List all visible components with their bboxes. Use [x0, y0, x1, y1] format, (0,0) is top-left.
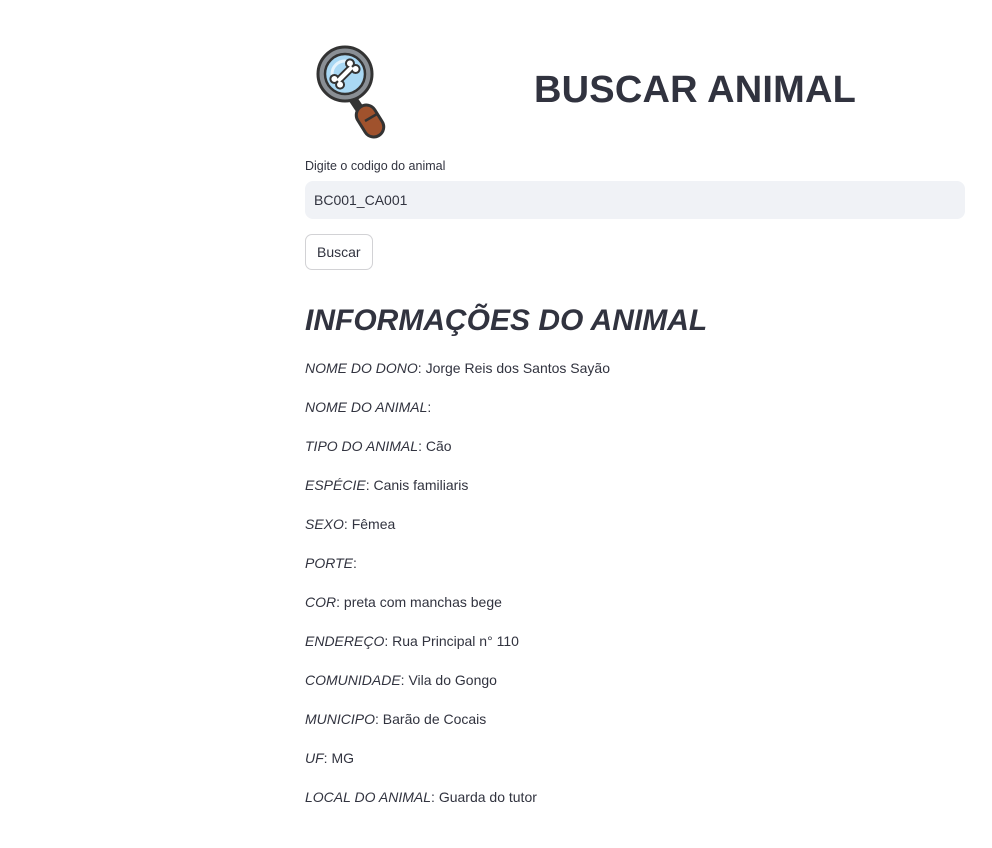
info-key: UF [305, 750, 324, 766]
info-value: preta com manchas bege [343, 594, 502, 610]
info-key: COR [305, 594, 337, 610]
info-key: NOME DO DONO [305, 360, 418, 376]
info-row-municipality: MUNICIPO: Barão de Cocais [305, 711, 487, 727]
info-key: COMUNIDADE [305, 672, 401, 688]
info-key: NOME DO ANIMAL [305, 399, 428, 415]
info-row-state: UF: MG [305, 750, 355, 766]
info-key: ENDEREÇO [305, 633, 385, 649]
info-value: MG [331, 750, 355, 766]
info-row-size: PORTE: [305, 555, 357, 571]
animal-info-title: INFORMAÇÕES DO ANIMAL [305, 304, 708, 337]
info-row-animal-location: LOCAL DO ANIMAL: Guarda do tutor [305, 789, 537, 805]
info-value: Fêmea [351, 516, 396, 532]
info-value: Barão de Cocais [382, 711, 487, 727]
search-button[interactable]: Buscar [305, 234, 373, 270]
info-row-owner-name: NOME DO DONO: Jorge Reis dos Santos Sayã… [305, 360, 611, 376]
info-value: Canis familiaris [373, 477, 469, 493]
info-row-community: COMUNIDADE: Vila do Gongo [305, 672, 497, 688]
info-row-sex: SEXO: Fêmea [305, 516, 396, 532]
info-value: Cão [425, 438, 452, 454]
info-key: PORTE [305, 555, 353, 571]
info-key: ESPÉCIE [305, 477, 366, 493]
info-row-species: ESPÉCIE: Canis familiaris [305, 477, 469, 493]
magnifying-glass-bone-icon [316, 45, 386, 139]
info-key: SEXO [305, 516, 344, 532]
page-header: BUSCAR ANIMAL [305, 0, 965, 150]
info-key: TIPO DO ANIMAL [305, 438, 419, 454]
info-row-animal-type: TIPO DO ANIMAL: Cão [305, 438, 452, 454]
animal-code-label: Digite o codigo do animal [305, 159, 446, 173]
info-row-animal-name: NOME DO ANIMAL: [305, 399, 432, 415]
page-title: BUSCAR ANIMAL [534, 69, 857, 111]
main-container: BUSCAR ANIMAL Digite o codigo do animal … [305, 0, 965, 805]
info-key: LOCAL DO ANIMAL [305, 789, 432, 805]
animal-code-input[interactable] [305, 181, 965, 219]
info-row-color: COR: preta com manchas bege [305, 594, 502, 610]
animal-info-list: NOME DO DONO: Jorge Reis dos Santos Sayã… [305, 357, 610, 825]
info-key: MUNICIPO [305, 711, 375, 727]
info-value: Guarda do tutor [438, 789, 537, 805]
info-value: Jorge Reis dos Santos Sayão [425, 360, 611, 376]
info-value: Vila do Gongo [408, 672, 497, 688]
info-row-address: ENDEREÇO: Rua Principal n° 110 [305, 633, 519, 649]
info-value: Rua Principal n° 110 [392, 633, 519, 649]
